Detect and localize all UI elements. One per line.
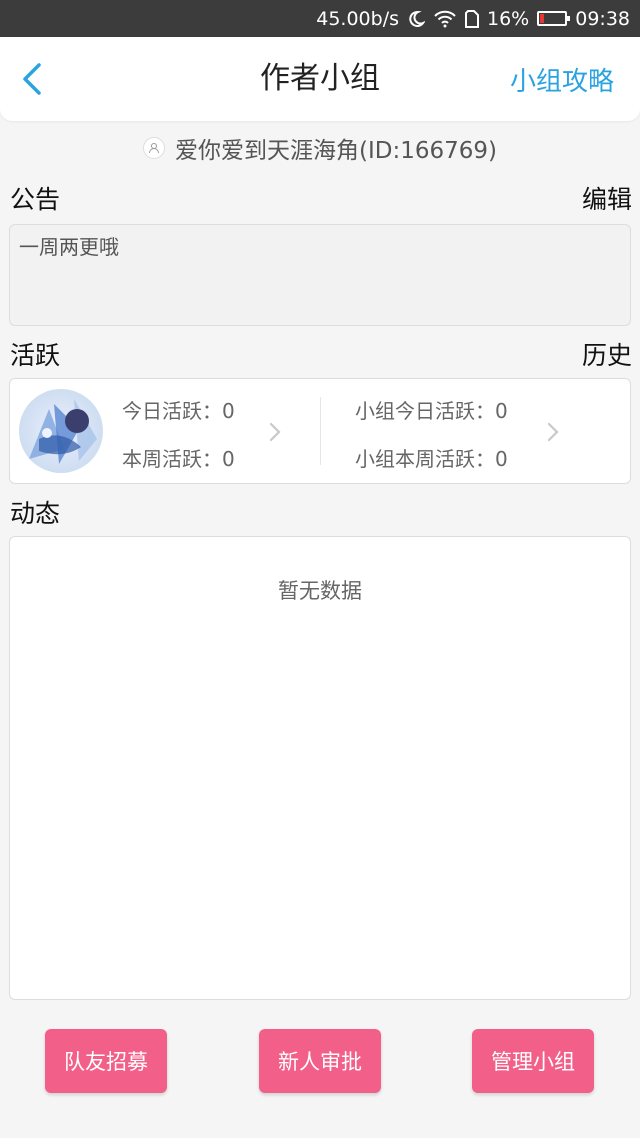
sim-icon: [465, 9, 479, 28]
nav-bar: 作者小组 小组攻略: [0, 37, 640, 121]
edit-notice-button[interactable]: 编辑: [582, 180, 632, 216]
notice-title: 公告: [10, 185, 61, 214]
empty-state-text: 暂无数据: [278, 579, 362, 603]
clock: 09:38: [575, 7, 630, 30]
group-today-activity: 小组今日活跃：0: [355, 399, 508, 423]
battery-percent: 16%: [487, 7, 530, 30]
personal-activity-chevron-icon[interactable]: [268, 421, 282, 443]
group-week-activity: 小组本周活跃：0: [355, 447, 508, 471]
activity-card: 今日活跃：0 本周活跃：0 小组今日活跃：0 小组本周活跃：0: [9, 378, 631, 484]
feed-section-header: 动态: [10, 494, 632, 530]
owner-avatar: [143, 137, 165, 159]
today-activity: 今日活跃：0: [122, 399, 235, 423]
notice-content: 一周两更哦: [19, 235, 119, 259]
notice-box[interactable]: 一周两更哦: [9, 224, 631, 326]
chevron-left-icon: [23, 63, 41, 95]
group-activity-chevron-icon[interactable]: [546, 421, 560, 443]
week-activity: 本周活跃：0: [122, 447, 235, 471]
owner-name: 爱你爱到天涯海角(ID:166769): [175, 138, 497, 164]
wifi-icon: [433, 10, 457, 28]
user-avatar: [19, 389, 103, 473]
notice-section-header: 公告 编辑: [10, 180, 632, 216]
approve-newcomers-button[interactable]: 新人审批: [259, 1029, 381, 1093]
activity-title: 活跃: [10, 341, 61, 370]
group-owner: 爱你爱到天涯海角(ID:166769): [0, 126, 640, 170]
history-button[interactable]: 历史: [582, 336, 632, 372]
activity-section-header: 活跃 历史: [10, 336, 632, 372]
group-guide-link[interactable]: 小组攻略: [510, 61, 614, 98]
battery-icon: [537, 11, 571, 26]
status-bar: 45.00b/s 16% 09:38: [0, 0, 640, 37]
moon-icon: [407, 10, 425, 28]
back-button[interactable]: [20, 59, 60, 99]
feed-list: 暂无数据: [9, 536, 631, 1000]
manage-group-button[interactable]: 管理小组: [472, 1029, 594, 1093]
recruit-members-button[interactable]: 队友招募: [45, 1029, 167, 1093]
activity-divider: [320, 397, 321, 465]
network-speed: 45.00b/s: [316, 7, 399, 30]
feed-title: 动态: [10, 499, 61, 528]
